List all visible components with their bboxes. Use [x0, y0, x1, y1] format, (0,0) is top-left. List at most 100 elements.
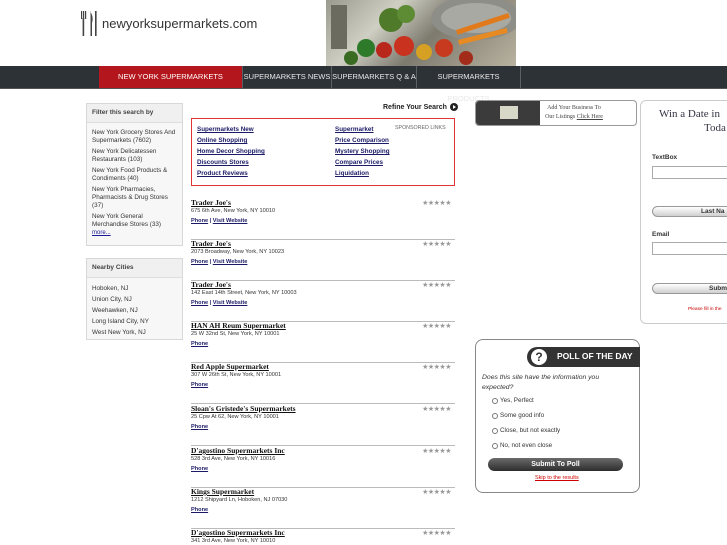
add-business-line2: Our Listings	[545, 114, 576, 120]
filter-item[interactable]: New York Grocery Stores And Supermarkets…	[87, 129, 182, 145]
listing-item: D'agostino Supermarkets Inc 341 3rd Ave,…	[191, 528, 455, 545]
website-link[interactable]: Visit Website	[213, 259, 248, 265]
listing-name[interactable]: D'agostino Supermarkets Inc	[191, 446, 285, 455]
poll-question: Does this site have the information you …	[482, 374, 600, 391]
storefront-icon	[500, 106, 518, 119]
listing-name[interactable]: Sloan's Gristede's Supermarkets	[191, 404, 296, 413]
poll-option[interactable]: Close, but not exactly	[492, 427, 560, 434]
nav-directory[interactable]: NEW YORK SUPERMARKETS DIRECTORY	[99, 66, 243, 103]
poll-option[interactable]: Yes, Perfect	[492, 397, 534, 404]
nav-news[interactable]: SUPERMARKETS NEWS	[243, 66, 332, 88]
sponsored-link[interactable]: Liquidation	[335, 170, 369, 177]
listing-item: HAN AH Reum Supermarket 25 W 32nd St, Ne…	[191, 321, 455, 363]
filter-item[interactable]: New York Pharmacies, Pharmacists & Drug …	[87, 186, 182, 210]
filter-item[interactable]: New York Food Products & Condiments (40)	[87, 167, 182, 183]
poll-option-label: Close, but not exactly	[500, 427, 561, 434]
rating-stars: ★★★★★	[422, 448, 451, 455]
nearby-city-link[interactable]: Weehawken, NJ	[87, 307, 182, 315]
phone-link[interactable]: Phone	[191, 507, 208, 513]
nearby-cities-panel: Nearby Cities Hoboken, NJ Union City, NJ…	[86, 258, 183, 340]
phone-link[interactable]: Phone	[191, 218, 208, 224]
website-link[interactable]: Visit Website	[213, 300, 248, 306]
last-name-button[interactable]: Last Na	[652, 206, 727, 217]
sponsored-link[interactable]: Product Reviews	[197, 170, 248, 177]
listing-address: 341 3rd Ave, New York, NY 10010	[191, 538, 276, 544]
radio-button[interactable]	[492, 412, 498, 419]
radio-button[interactable]	[492, 427, 498, 434]
nearby-city-link[interactable]: Long Island City, NY	[87, 318, 182, 326]
listing-name[interactable]: HAN AH Reum Supermarket	[191, 321, 286, 330]
filter-title: Filter this search by	[87, 104, 182, 123]
rating-stars: ★★★★★	[422, 364, 451, 371]
add-business-link[interactable]: Click Here	[577, 114, 603, 120]
refine-search-button[interactable]: Refine Your Search	[383, 103, 458, 111]
listing-links: Phone	[191, 507, 208, 513]
listing-name[interactable]: Trader Joe's	[191, 198, 231, 207]
listing-item: Kings Supermarket 1212 Shipyard Ln, Hobo…	[191, 487, 455, 529]
sponsored-link[interactable]: Mystery Shopping	[335, 148, 390, 155]
listing-name[interactable]: Trader Joe's	[191, 239, 231, 248]
listing-name[interactable]: Trader Joe's	[191, 280, 231, 289]
header-vegetables-photo	[326, 0, 516, 66]
question-mark-icon: ?	[531, 349, 547, 365]
rating-stars: ★★★★★	[422, 489, 451, 496]
listing-item: D'agostino Supermarkets Inc 528 3rd Ave,…	[191, 446, 455, 488]
refine-search-label: Refine Your Search	[383, 103, 447, 111]
website-link[interactable]: Visit Website	[213, 218, 248, 224]
listing-links: Phone	[191, 466, 208, 472]
poll-option[interactable]: No, not even close	[492, 442, 552, 449]
phone-link[interactable]: Phone	[191, 466, 208, 472]
add-business-banner[interactable]: Add Your Business To Our Listings Click …	[475, 100, 637, 126]
phone-link[interactable]: Phone	[191, 382, 208, 388]
radio-button[interactable]	[492, 442, 498, 449]
filter-item[interactable]: New York Delicatessen Restaurants (103)	[87, 148, 182, 164]
nearby-city-link[interactable]: West New York, NJ	[87, 329, 182, 337]
win-submit-button[interactable]: Subm	[652, 283, 727, 294]
listing-item: Trader Joe's 2073 Broadway, New York, NY…	[191, 239, 455, 281]
listing-item: Red Apple Supermarket 307 W 26th St, New…	[191, 362, 455, 404]
nearby-city-link[interactable]: Union City, NJ	[87, 296, 182, 304]
filter-item[interactable]: New York General Merchandise Stores (33)	[87, 213, 182, 229]
listing-name[interactable]: Kings Supermarket	[191, 487, 254, 496]
listing-links: Phone	[191, 341, 208, 347]
add-business-line1: Add Your Business To	[547, 105, 601, 111]
textbox-label: TextBox	[652, 154, 678, 161]
sponsored-link[interactable]: Online Shopping	[197, 137, 247, 144]
site-name: newyorksupermarkets.com	[102, 15, 258, 31]
sponsored-link[interactable]: Supermarket	[335, 126, 374, 133]
poll-option[interactable]: Some good info	[492, 412, 544, 419]
listing-links: Phone	[191, 424, 208, 430]
poll-submit-button[interactable]: Submit To Poll	[488, 458, 623, 471]
listing-address: 2073 Broadway, New York, NY 10023	[191, 249, 285, 255]
sponsored-link[interactable]: Price Comparison	[335, 137, 389, 144]
listing-name[interactable]: D'agostino Supermarkets Inc	[191, 528, 285, 537]
listing-item: Trader Joe's 142 East 14th Street, New Y…	[191, 280, 455, 322]
site-logo[interactable]: newyorksupermarkets.com	[80, 8, 257, 38]
listing-address: 25 W 32nd St, New York, NY 10001	[191, 331, 280, 337]
sponsored-link[interactable]: Supermarkets New	[197, 126, 254, 133]
sponsored-link[interactable]: Compare Prices	[335, 159, 383, 166]
email-input[interactable]	[652, 242, 727, 255]
phone-link[interactable]: Phone	[191, 300, 208, 306]
filter-panel: Filter this search by New York Grocery S…	[86, 103, 183, 246]
poll-title: POLL OF THE DAY	[557, 351, 633, 361]
win-date-title: Win a Date in Toda	[659, 108, 726, 134]
nearby-city-link[interactable]: Hoboken, NJ	[87, 285, 182, 293]
textbox-input[interactable]	[652, 166, 727, 179]
listing-links: Phone | Visit Website	[191, 300, 248, 306]
listing-name[interactable]: Red Apple Supermarket	[191, 362, 269, 371]
fork-knife-icon	[81, 11, 97, 36]
rating-stars: ★★★★★	[422, 530, 451, 537]
poll-option-label: Some good info	[500, 412, 545, 419]
skip-results-link[interactable]: Skip to the results	[535, 475, 579, 481]
sponsored-link[interactable]: Home Decor Shopping	[197, 148, 265, 155]
phone-link[interactable]: Phone	[191, 341, 208, 347]
sponsored-link[interactable]: Discounts Stores	[197, 159, 249, 166]
phone-link[interactable]: Phone	[191, 259, 208, 265]
nav-qa[interactable]: SUPERMARKETS Q & A	[332, 66, 417, 88]
radio-button[interactable]	[492, 397, 498, 404]
filter-more-link[interactable]: more...	[87, 230, 182, 236]
rating-stars: ★★★★★	[422, 323, 451, 330]
nav-products[interactable]: SUPERMARKETS PRODUCTS	[417, 66, 521, 103]
phone-link[interactable]: Phone	[191, 424, 208, 430]
